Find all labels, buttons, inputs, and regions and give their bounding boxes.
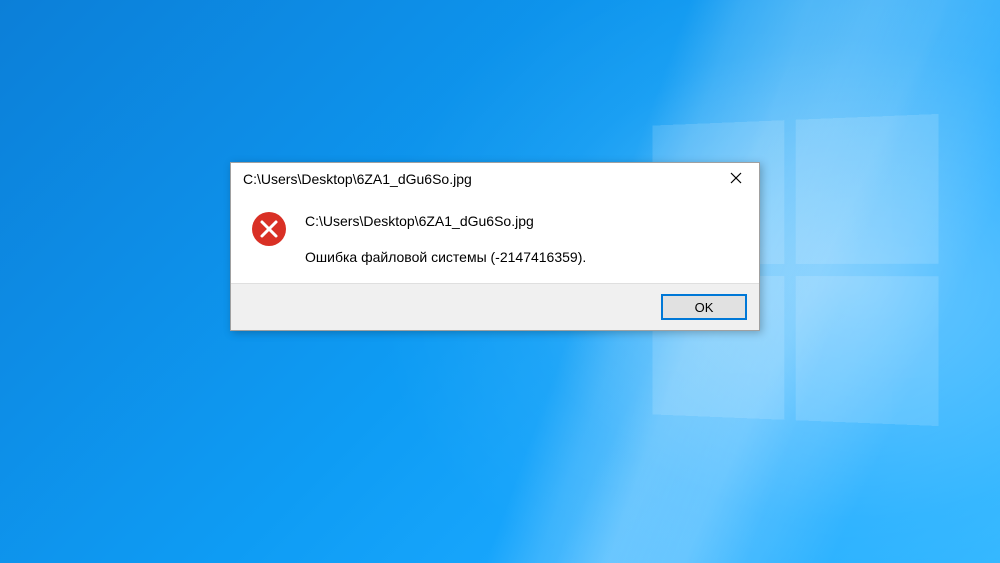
ok-button[interactable]: OK [661, 294, 747, 320]
dialog-body: C:\Users\Desktop\6ZA1_dGu6So.jpg Ошибка … [231, 195, 759, 283]
dialog-message-path: C:\Users\Desktop\6ZA1_dGu6So.jpg [305, 213, 747, 229]
dialog-title: C:\Users\Desktop\6ZA1_dGu6So.jpg [243, 171, 472, 187]
dialog-message: C:\Users\Desktop\6ZA1_dGu6So.jpg Ошибка … [305, 209, 747, 265]
close-button[interactable] [713, 163, 759, 195]
dialog-footer: OK [231, 283, 759, 330]
error-dialog: C:\Users\Desktop\6ZA1_dGu6So.jpg C:\User… [230, 162, 760, 331]
close-icon [730, 171, 742, 187]
error-icon [251, 211, 287, 247]
dialog-titlebar: C:\Users\Desktop\6ZA1_dGu6So.jpg [231, 163, 759, 195]
dialog-message-error: Ошибка файловой системы (-2147416359). [305, 249, 747, 265]
